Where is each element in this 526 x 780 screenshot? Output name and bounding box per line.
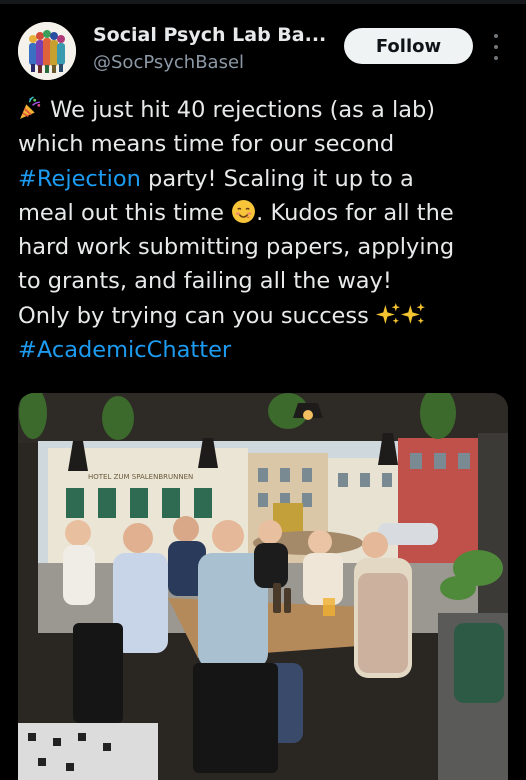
tweet-line1-text: We just hit 40 rejections (as a lab) (50, 97, 436, 123)
sparkles-icon (401, 302, 426, 327)
tweet-line4a-text: meal out this time (18, 199, 232, 226)
tweet-line: We just hit 40 rejections (as a lab) (18, 93, 518, 127)
tweet-line: which means time for our second (18, 131, 395, 158)
tweet-line: #Rejection party! Scaling it up to a (18, 162, 518, 196)
follow-button[interactable]: Follow (344, 28, 473, 64)
tweet-line: to grants, and failing all the way! (18, 268, 392, 295)
party-popper-icon (18, 96, 43, 121)
tweet-line: Only by trying can you success (18, 299, 518, 333)
hotel-sign: HOTEL ZUM SPALENBRUNNEN (88, 473, 193, 481)
lab-logo-avatar-icon (18, 22, 76, 80)
tweet-line: #AcademicChatter (18, 333, 518, 367)
tweet-text: We just hit 40 rejections (as a lab) whi… (18, 93, 518, 367)
smiling-face-icon (231, 199, 256, 224)
hashtag-rejection-link[interactable]: #Rejection (18, 166, 141, 192)
hashtag-academicchatter-link[interactable]: #AcademicChatter (18, 337, 231, 363)
tweet-line: meal out this time . Kudos for all the (18, 196, 518, 230)
author-avatar[interactable] (18, 22, 76, 80)
author-display-name[interactable]: Social Psych Lab Ba... (93, 24, 333, 46)
top-divider (0, 0, 526, 4)
author-handle[interactable]: @SocPsychBasel (93, 52, 244, 73)
tweet-line3-text: party! Scaling it up to a (140, 165, 414, 192)
restaurant-group-photo: HOTEL ZUM SPALENBRUNNEN (18, 393, 508, 780)
tweet-line: hard work submitting papers, applying (18, 234, 455, 261)
tweet-line4b-text: . Kudos for all the (256, 199, 454, 226)
tweet-photo[interactable]: HOTEL ZUM SPALENBRUNNEN (18, 393, 508, 780)
sparkles-icon (376, 302, 401, 327)
more-options-icon[interactable] (488, 34, 504, 60)
tweet-line7-text: Only by trying can you success (18, 302, 377, 329)
